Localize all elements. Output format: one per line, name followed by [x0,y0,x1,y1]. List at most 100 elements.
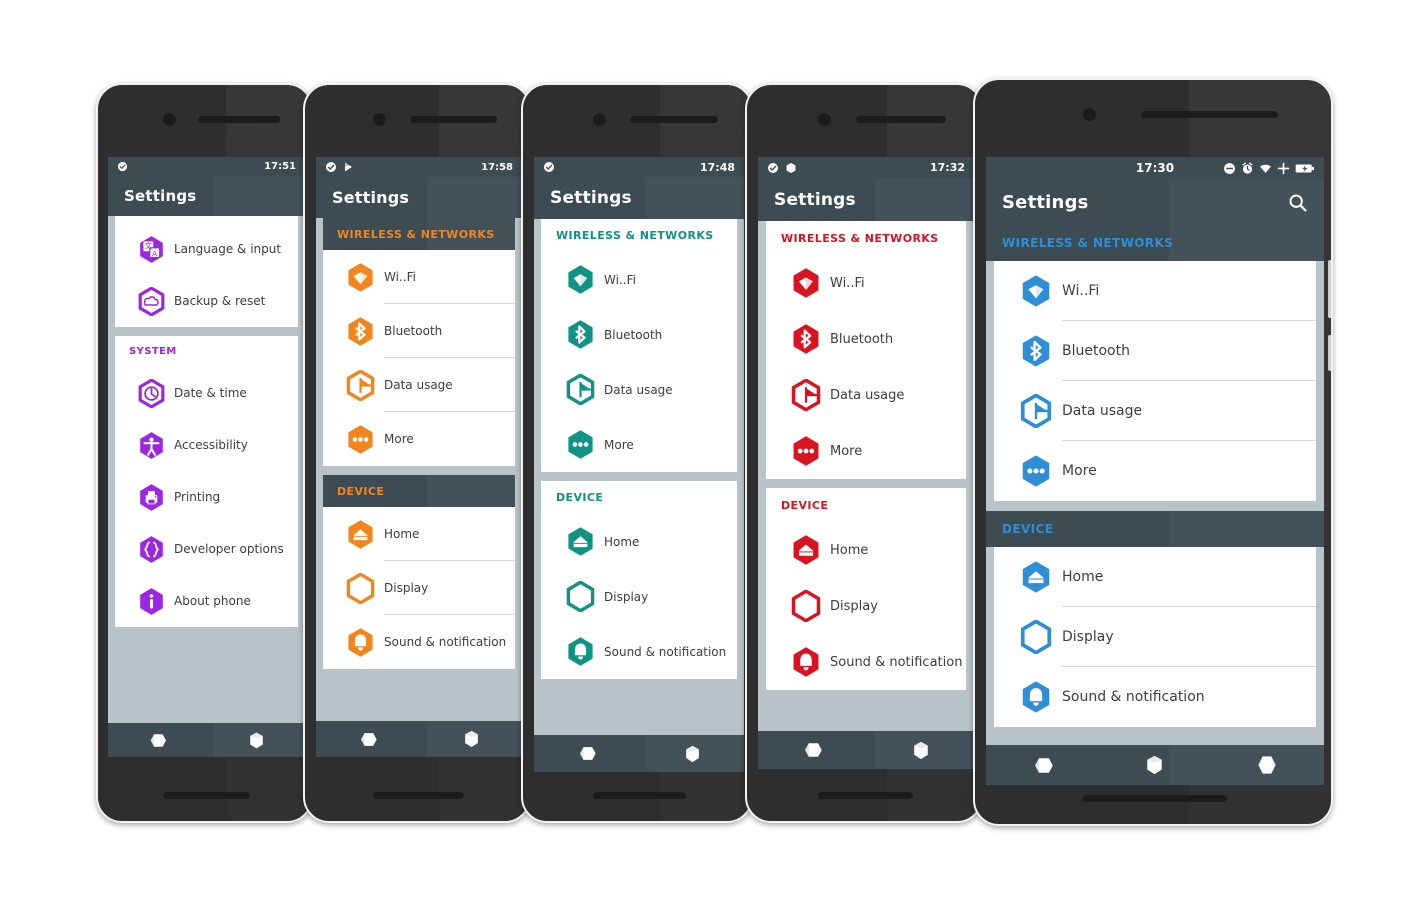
settings-row[interactable]: Home [994,547,1316,607]
section-header-label: DEVICE [337,484,385,498]
status-time: 17:58 [481,161,513,173]
check-circle-icon [325,161,337,173]
nav-back-button[interactable] [1033,757,1053,774]
settings-row[interactable]: Display [541,569,737,624]
settings-card: Wi..Fi Bluetooth Data usage More [994,261,1316,501]
status-bar: 17:32 [758,157,974,178]
settings-row[interactable]: Home [541,514,737,569]
status-time: 17:48 [699,160,735,174]
printer-icon [129,483,174,512]
more-icon [1010,454,1062,488]
volume-button[interactable] [1328,260,1331,318]
settings-row[interactable]: Data usage [766,367,966,423]
nav-home-button[interactable] [1146,755,1163,775]
settings-row[interactable]: Wi..Fi [323,250,515,304]
settings-row-label: Display [604,589,649,604]
nav-home-button[interactable] [464,730,479,748]
settings-row[interactable]: 文 A Language & input [115,223,298,275]
settings-row[interactable]: Sound & notification [541,624,737,679]
settings-row[interactable]: More [994,441,1316,501]
settings-row[interactable]: Display [994,607,1316,667]
settings-list[interactable]: WIRELESS & NETWORKS Wi..Fi Bluetooth Data u… [758,221,974,731]
settings-list[interactable]: 文 A Language & input Backup & reset SYSTEM Da… [108,216,305,723]
settings-row[interactable]: Data usage [994,381,1316,441]
settings-row[interactable]: Display [323,561,515,615]
settings-row[interactable]: Home [766,522,966,578]
wifi-icon [781,267,830,299]
status-left-icons [325,161,355,173]
settings-list[interactable]: WIRELESS & NETWORKS Wi..Fi Bluetooth Data u… [986,225,1324,745]
search-icon[interactable] [1287,192,1308,213]
settings-row-label: Display [384,581,429,595]
settings-row[interactable]: More [541,417,737,472]
settings-row[interactable]: Accessibility [115,419,298,471]
nav-back-button[interactable] [149,733,167,748]
settings-card: 文 A Language & input Backup & reset [115,223,298,327]
data-usage-icon [556,374,604,405]
status-left-icons [767,162,797,174]
settings-row[interactable]: Sound & notification [994,667,1316,727]
settings-row[interactable]: Date & time [115,367,298,419]
settings-row[interactable]: Home [323,507,515,561]
power-button[interactable] [1328,335,1331,371]
settings-row-label: Bluetooth [830,331,894,347]
nav-back-button[interactable] [578,746,596,761]
settings-row-label: Home [604,534,640,549]
nav-recents-button[interactable] [1257,755,1277,775]
settings-row[interactable]: Bluetooth [323,304,515,358]
nav-home-button[interactable] [249,732,264,749]
status-bar: 17:58 [316,157,522,177]
settings-row[interactable]: Wi..Fi [994,261,1316,321]
system-navigation-bar [758,731,974,769]
play-store-icon [343,161,355,173]
home-icon [1010,560,1062,594]
app-bar: Settings [758,178,974,221]
settings-row[interactable]: About phone [115,575,298,627]
settings-row[interactable]: Developer options [115,523,298,575]
settings-list[interactable]: WIRELESS & NETWORKS Wi..Fi Bluetooth Data u… [534,219,744,735]
settings-row[interactable]: Bluetooth [766,311,966,367]
nav-back-button[interactable] [359,732,377,747]
section-header-system: SYSTEM [115,336,298,367]
page-title: Settings [332,188,410,207]
section-header-label: SYSTEM [129,346,177,357]
home-icon [781,534,830,566]
settings-row[interactable]: Sound & notification [766,634,966,690]
nav-home-button[interactable] [685,745,700,763]
nav-home-button[interactable] [913,741,929,760]
settings-row[interactable]: Display [766,578,966,634]
settings-row[interactable]: More [766,423,966,479]
settings-row-label: Wi..Fi [384,270,416,284]
section-header-wireless-networks: WIRELESS & NETWORKS [766,221,966,255]
settings-row[interactable]: Bluetooth [994,321,1316,381]
section-header-label: DEVICE [556,491,604,504]
status-left-icons [543,161,555,173]
hexagon-icon [785,162,797,174]
settings-row-label: Bluetooth [604,327,663,342]
status-time: 17:32 [929,161,965,174]
section-header-wireless-networks: WIRELESS & NETWORKS [541,219,737,252]
settings-row[interactable]: Wi..Fi [766,255,966,311]
data-usage-icon [337,369,384,401]
settings-card: Home Display Sound & notification [323,507,515,669]
settings-row[interactable]: Printing [115,471,298,523]
settings-list[interactable]: WIRELESS & NETWORKS Wi..Fi Bluetooth Data u… [316,218,522,721]
speaker-grille [1083,795,1227,802]
app-bar: Settings [108,176,305,216]
section-header-label: WIRELESS & NETWORKS [1002,236,1174,250]
settings-row[interactable]: Bluetooth [541,307,737,362]
settings-row[interactable]: Wi..Fi [541,252,737,307]
bell-icon [781,646,830,678]
nav-back-button[interactable] [803,742,822,758]
settings-row[interactable]: Backup & reset [115,275,298,327]
settings-row[interactable]: Data usage [323,358,515,412]
home-icon [337,519,384,550]
settings-row[interactable]: More [323,412,515,466]
app-bar: Settings [534,177,744,219]
settings-row[interactable]: Sound & notification [323,615,515,669]
bluetooth-icon [337,316,384,347]
bluetooth-icon [781,323,830,355]
page-title: Settings [774,189,856,210]
settings-row-label: More [830,443,863,459]
settings-row[interactable]: Data usage [541,362,737,417]
